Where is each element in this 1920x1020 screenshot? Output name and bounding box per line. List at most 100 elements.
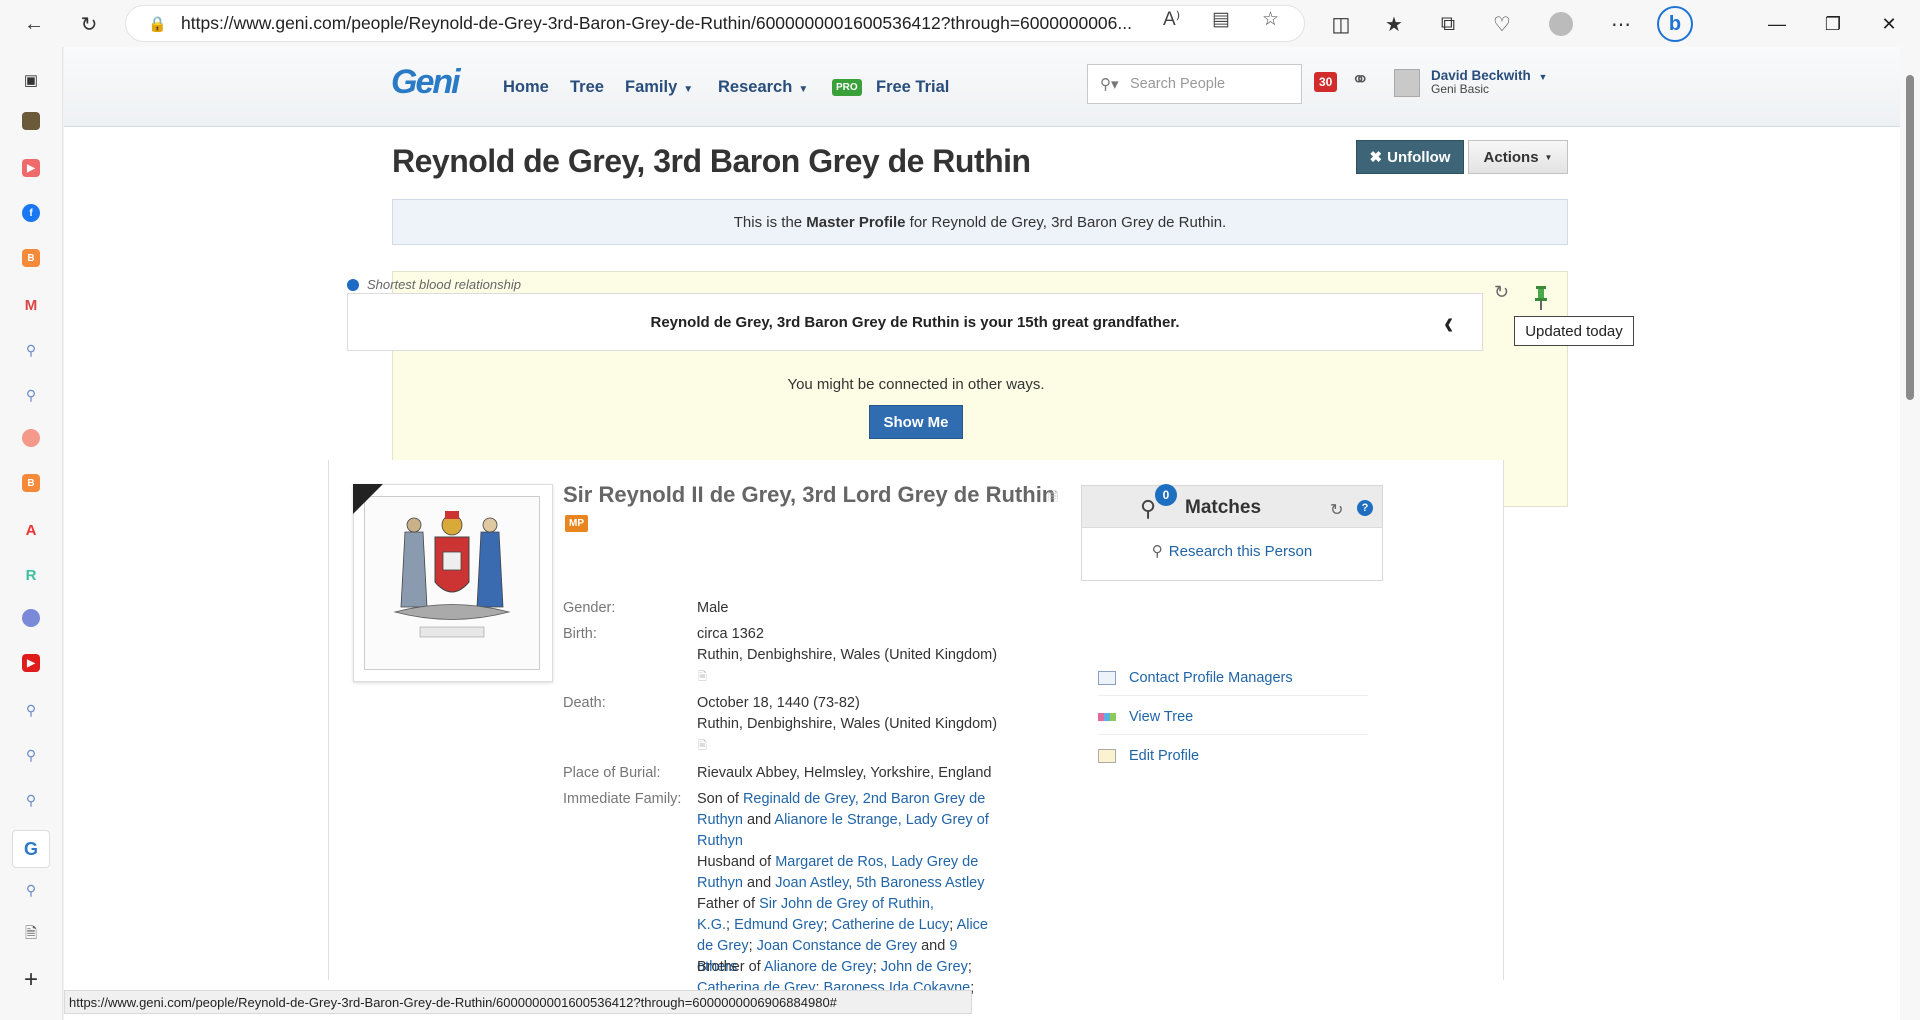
nav-family[interactable]: Family ▼ [625,78,693,97]
bing-copilot-icon[interactable]: b [1657,6,1693,42]
view-tree-link[interactable]: View Tree [1098,699,1368,735]
help-icon[interactable]: ? [1357,500,1373,516]
close-window-icon[interactable]: ✕ [1869,8,1909,40]
search-icon[interactable]: ⚲ [18,742,44,768]
scroll-thumb[interactable] [1906,75,1914,400]
facebook-icon[interactable]: f [22,204,40,222]
document-icon[interactable]: 🗎 [1048,488,1058,510]
notification-badge[interactable]: 30 [1314,72,1338,92]
status-bar-url: https://www.geni.com/people/Reynold-de-G… [64,990,972,1014]
family-link-sibling[interactable]: Alianore de Grey [764,959,873,975]
app-r-icon[interactable]: R [18,562,44,588]
back-icon[interactable]: ← [18,8,50,40]
family-link-sibling[interactable]: John de Grey [881,959,968,975]
search-icon[interactable]: ⚲ [18,877,44,903]
master-profile-banner: This is the Master Profile for Reynold d… [392,199,1568,245]
refresh-icon[interactable]: ↻ [73,8,105,40]
tabs-icon[interactable]: ▣ [18,67,44,93]
edit-profile-link[interactable]: Edit Profile [1098,738,1368,774]
chevron-down-icon: ▼ [683,84,694,95]
blogger-icon[interactable]: B [22,474,40,492]
more-menu-icon[interactable]: ⋯ [1605,8,1637,40]
profile-icon[interactable] [1545,8,1577,40]
family-text: Son of [697,791,743,807]
user-menu[interactable]: David Beckwith ▼ [1431,68,1547,83]
refresh-relationship-icon[interactable]: ↻ [1494,282,1509,303]
actions-button[interactable]: Actions ▼ [1468,140,1568,174]
geni-logo[interactable]: Geni [391,63,461,102]
nav-research[interactable]: Research ▼ [718,78,808,97]
search-icon[interactable]: ⚲ [18,697,44,723]
split-screen-icon[interactable]: ◫ [1325,8,1357,40]
youtube-icon[interactable]: ▶ [22,654,40,672]
profile-photo[interactable] [364,496,540,670]
family-text: and [742,875,776,891]
favorite-star-icon[interactable]: ☆ [1262,8,1279,31]
avatar[interactable] [1394,69,1420,97]
relationship-legend: Shortest blood relationship [347,277,521,292]
refresh-icon[interactable]: ↻ [1330,500,1343,520]
burial-value: Rievaulx Abbey, Helmsley, Yorkshire, Eng… [697,765,992,781]
share-icon[interactable]: ⚭ [1351,67,1369,93]
family-link-wife[interactable]: Joan Astley, 5th Baroness Astley [775,875,984,891]
search-icon: ⚲▾ [1100,76,1119,93]
geni-tab-icon[interactable]: G [12,830,50,868]
show-me-button[interactable]: Show Me [869,405,963,439]
search-people-input[interactable]: ⚲▾ Search People [1087,64,1302,104]
minimize-icon[interactable]: — [1757,8,1797,40]
favorites-icon[interactable]: ★ [1378,8,1410,40]
nav-tree[interactable]: Tree [570,78,604,97]
user-plan: Geni Basic [1431,82,1490,96]
search-icon[interactable]: ⚲ [18,382,44,408]
contact-link-label: Contact Profile Managers [1129,669,1293,686]
document-icon[interactable]: 🗎 [698,737,707,756]
performance-icon[interactable]: ♡ [1486,8,1518,40]
url-text: https://www.geni.com/people/Reynold-de-G… [181,13,1132,33]
search-icon[interactable]: ⚲ [18,337,44,363]
collections-icon[interactable]: ⧉ [1432,8,1464,40]
youtube-icon[interactable]: ▶ [22,159,40,177]
unfollow-button[interactable]: ✖ Unfollow [1356,140,1464,174]
add-icon[interactable]: + [18,966,44,993]
magnifier-icon: ⚲ [1140,496,1157,521]
document-icon[interactable]: 🗎 [18,922,44,948]
app-thumb-icon[interactable] [22,112,40,130]
coat-of-arms-image [365,497,539,669]
family-link-child[interactable]: Edmund Grey [734,917,823,933]
legend-label: Shortest blood relationship [367,277,521,292]
reader-view-icon[interactable]: ▤ [1212,8,1230,31]
contact-managers-link[interactable]: Contact Profile Managers [1098,660,1368,696]
search-icon[interactable]: ⚲ [18,787,44,813]
family-text: and [742,812,775,828]
app-icon[interactable] [22,429,40,447]
tooltip: Updated today [1514,316,1634,346]
scrollbar[interactable] [1900,47,1920,1020]
blogger-icon[interactable]: B [22,249,40,267]
search-placeholder: Search People [1130,76,1226,92]
document-icon[interactable]: 🗎 [698,668,707,687]
matches-count-badge[interactable]: 0 [1155,484,1177,506]
app-icon[interactable] [22,609,40,627]
unfollow-label: Unfollow [1387,148,1451,166]
address-bar[interactable]: 🔒 https://www.geni.com/people/Reynold-de… [125,5,1305,42]
death-label: Death: [563,695,606,711]
nav-home[interactable]: Home [503,78,549,97]
family-text: ; [949,917,957,933]
read-aloud-icon[interactable]: A⁾ [1163,8,1180,31]
chevron-left-icon[interactable]: ‹ [1444,304,1453,342]
family-son-of: Son of Reginald de Grey, 2nd Baron Grey … [697,789,997,852]
death-place: Ruthin, Denbighshire, Wales (United King… [697,716,998,732]
view-tree-label: View Tree [1129,708,1194,725]
adobe-icon[interactable]: A [18,517,44,543]
family-link-child[interactable]: Joan Constance de Grey [757,938,917,954]
restore-icon[interactable]: ❐ [1813,8,1853,40]
research-link-label: Research this Person [1168,543,1313,560]
edit-profile-label: Edit Profile [1129,748,1200,764]
family-text: ; [748,938,757,954]
nav-free-trial[interactable]: Free Trial [876,78,949,97]
gmail-icon[interactable]: M [18,292,44,318]
pin-icon[interactable] [1534,286,1548,310]
research-person-link[interactable]: ⚲ Research this Person [1082,542,1382,560]
family-link-child[interactable]: Catherine de Lucy [832,917,950,933]
gender-label: Gender: [563,600,616,616]
